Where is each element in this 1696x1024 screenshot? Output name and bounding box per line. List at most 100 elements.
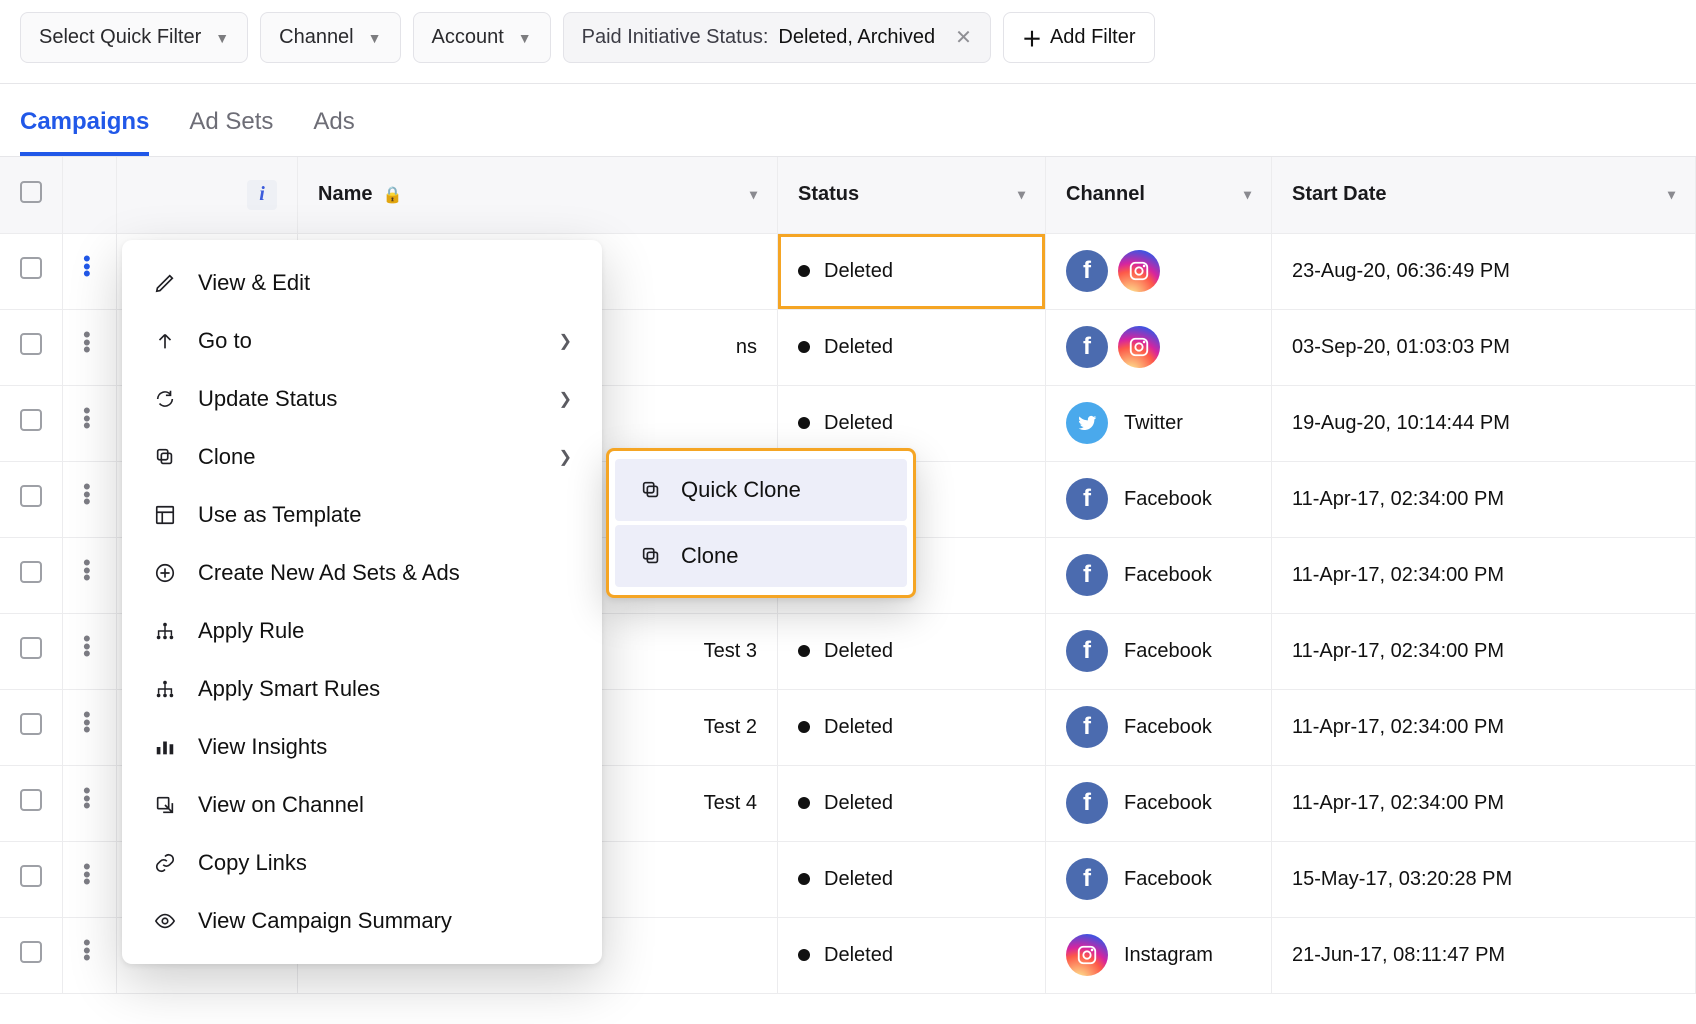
facebook-icon: f (1066, 478, 1108, 520)
row-actions-cell[interactable]: ••• (63, 537, 117, 613)
tab-adsets[interactable]: Ad Sets (189, 96, 273, 156)
name-header[interactable]: Name 🔒▾ (298, 157, 778, 233)
tab-ads[interactable]: Ads (313, 96, 354, 156)
checkbox-icon[interactable] (20, 941, 42, 963)
tab-campaigns[interactable]: Campaigns (20, 96, 149, 156)
kebab-icon[interactable]: ••• (83, 863, 91, 886)
menu-view-insights[interactable]: View Insights (122, 718, 602, 776)
row-date-cell: 03-Sep-20, 01:03:03 PM (1272, 309, 1696, 385)
kebab-icon[interactable]: ••• (83, 787, 91, 810)
channel-label: Facebook (1124, 564, 1212, 587)
status-filter-chip[interactable]: Paid Initiative Status: Deleted, Archive… (563, 12, 991, 63)
kebab-icon[interactable]: ••• (83, 635, 91, 658)
chevron-right-icon: ❯ (559, 331, 572, 351)
row-checkbox-cell[interactable] (0, 917, 63, 993)
menu-update-status[interactable]: Update Status ❯ (122, 370, 602, 428)
menu-use-template[interactable]: Use as Template (122, 486, 602, 544)
menu-view-channel[interactable]: View on Channel (122, 776, 602, 834)
checkbox-icon[interactable] (20, 561, 42, 583)
channel-header[interactable]: Channel▾ (1046, 157, 1272, 233)
checkbox-icon[interactable] (20, 637, 42, 659)
row-actions-cell[interactable]: ••• (63, 765, 117, 841)
row-checkbox-cell[interactable] (0, 461, 63, 537)
row-actions-cell[interactable]: ••• (63, 689, 117, 765)
quick-filter-dropdown[interactable]: Select Quick Filter ▼ (20, 12, 248, 63)
channel-label: Facebook (1124, 792, 1212, 815)
add-filter-button[interactable]: ＋ Add Filter (1003, 12, 1155, 63)
checkbox-icon[interactable] (20, 713, 42, 735)
row-checkbox-cell[interactable] (0, 841, 63, 917)
menu-view-summary[interactable]: View Campaign Summary (122, 892, 602, 950)
row-actions-cell[interactable]: ••• (63, 613, 117, 689)
row-actions-cell[interactable]: ••• (63, 461, 117, 537)
menu-label: Apply Smart Rules (198, 676, 380, 702)
start-date-header[interactable]: Start Date▾ (1272, 157, 1696, 233)
chevron-down-icon[interactable]: ▾ (1668, 186, 1675, 203)
row-context-menu: View & Edit Go to ❯ Update Status ❯ Clon… (122, 240, 602, 964)
row-checkbox-cell[interactable] (0, 233, 63, 309)
menu-label: View Insights (198, 734, 327, 760)
row-checkbox-cell[interactable] (0, 309, 63, 385)
chevron-down-icon[interactable]: ▾ (750, 186, 757, 203)
row-date-cell: 11-Apr-17, 02:34:00 PM (1272, 461, 1696, 537)
channel-filter-label: Channel (279, 26, 354, 49)
status-dot-icon (798, 721, 810, 733)
clone-submenu: Quick Clone Clone (606, 448, 916, 598)
status-dot-icon (798, 645, 810, 657)
quick-filter-label: Select Quick Filter (39, 26, 201, 49)
row-channel-cell: fFacebook (1046, 461, 1272, 537)
kebab-icon[interactable]: ••• (83, 711, 91, 734)
chevron-down-icon[interactable]: ▾ (1018, 186, 1025, 203)
checkbox-icon[interactable] (20, 485, 42, 507)
submenu-quick-clone[interactable]: Quick Clone (615, 459, 907, 521)
row-actions-cell[interactable]: ••• (63, 309, 117, 385)
row-checkbox-cell[interactable] (0, 765, 63, 841)
channel-label: Facebook (1124, 716, 1212, 739)
checkbox-icon[interactable] (20, 865, 42, 887)
menu-goto[interactable]: Go to ❯ (122, 312, 602, 370)
submenu-clone[interactable]: Clone (615, 525, 907, 587)
channel-filter-dropdown[interactable]: Channel ▼ (260, 12, 400, 63)
kebab-icon[interactable]: ••• (83, 939, 91, 962)
menu-label: View & Edit (198, 270, 310, 296)
status-header[interactable]: Status ▾ (778, 157, 1046, 233)
tab-bar: Campaigns Ad Sets Ads (0, 84, 1696, 157)
menu-apply-smart-rules[interactable]: Apply Smart Rules (122, 660, 602, 718)
checkbox-icon[interactable] (20, 333, 42, 355)
kebab-icon[interactable]: ••• (83, 483, 91, 506)
kebab-icon[interactable]: ••• (83, 331, 91, 354)
close-icon[interactable]: ✕ (955, 25, 972, 50)
kebab-icon[interactable]: ••• (83, 559, 91, 582)
account-filter-dropdown[interactable]: Account ▼ (413, 12, 551, 63)
row-channel-cell: fFacebook (1046, 765, 1272, 841)
chevron-down-icon: ▼ (215, 30, 229, 46)
checkbox-icon[interactable] (20, 181, 42, 203)
menu-view-edit[interactable]: View & Edit (122, 254, 602, 312)
checkbox-icon[interactable] (20, 257, 42, 279)
row-checkbox-cell[interactable] (0, 689, 63, 765)
status-filter-label: Paid Initiative Status: (582, 26, 769, 49)
select-all-header[interactable] (0, 157, 63, 233)
row-status-cell: Deleted (778, 917, 1046, 993)
row-channel-cell: Instagram (1046, 917, 1272, 993)
row-actions-cell[interactable]: ••• (63, 917, 117, 993)
menu-create-adsets[interactable]: Create New Ad Sets & Ads (122, 544, 602, 602)
row-actions-cell[interactable]: ••• (63, 233, 117, 309)
menu-apply-rule[interactable]: Apply Rule (122, 602, 602, 660)
instagram-icon (1118, 250, 1160, 292)
row-checkbox-cell[interactable] (0, 385, 63, 461)
checkbox-icon[interactable] (20, 789, 42, 811)
menu-clone[interactable]: Clone ❯ (122, 428, 602, 486)
row-checkbox-cell[interactable] (0, 537, 63, 613)
chevron-down-icon[interactable]: ▾ (1244, 186, 1251, 203)
kebab-icon[interactable]: ••• (83, 407, 91, 430)
row-status-cell: Deleted (778, 765, 1046, 841)
info-icon[interactable]: i (247, 180, 277, 210)
row-actions-cell[interactable]: ••• (63, 385, 117, 461)
row-actions-cell[interactable]: ••• (63, 841, 117, 917)
kebab-icon[interactable]: ••• (83, 255, 91, 278)
row-checkbox-cell[interactable] (0, 613, 63, 689)
checkbox-icon[interactable] (20, 409, 42, 431)
status-header-label: Status (798, 183, 859, 206)
menu-copy-links[interactable]: Copy Links (122, 834, 602, 892)
